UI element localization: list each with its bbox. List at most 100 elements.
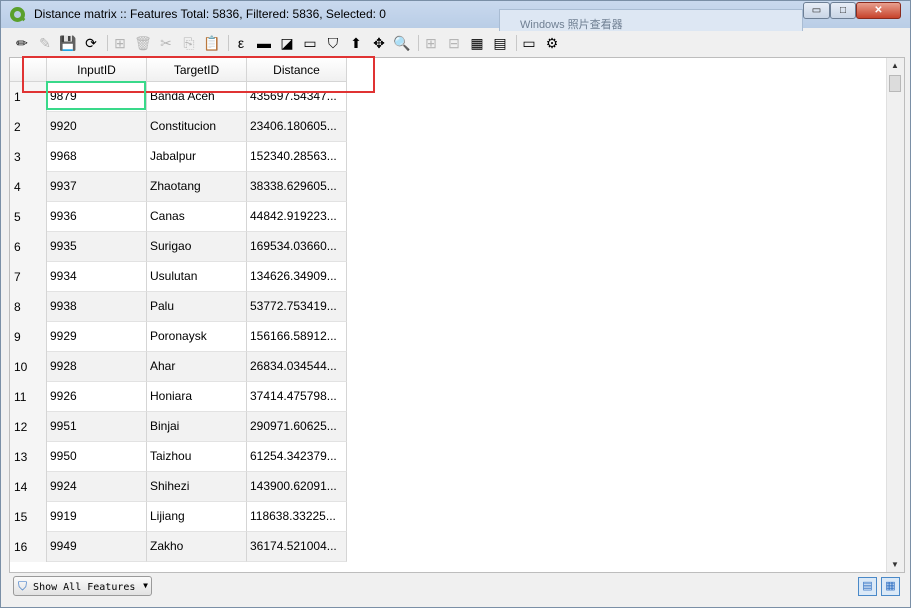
toggle-edit-icon[interactable]: ✏: [13, 34, 31, 52]
zoom-to-selection-icon[interactable]: 🔍: [393, 34, 411, 52]
table-row[interactable]: 16 9949 Zakho 36174.521004...: [10, 532, 350, 562]
table-row[interactable]: 7 9934 Usulutan 134626.34909...: [10, 262, 350, 292]
cell-targetid[interactable]: Shihezi: [147, 472, 247, 502]
cell-targetid[interactable]: Honiara: [147, 382, 247, 412]
cell-inputid[interactable]: 9934: [47, 262, 147, 292]
table-row[interactable]: 14 9924 Shihezi 143900.62091...: [10, 472, 350, 502]
select-expression-icon[interactable]: ε: [232, 34, 250, 52]
cell-targetid[interactable]: Binjai: [147, 412, 247, 442]
copy-icon[interactable]: ⎘: [180, 34, 198, 52]
row-number[interactable]: 9: [10, 322, 47, 352]
select-all-icon[interactable]: ▬: [255, 34, 273, 52]
table-row[interactable]: 3 9968 Jabalpur 152340.28563...: [10, 142, 350, 172]
cell-inputid[interactable]: 9936: [47, 202, 147, 232]
row-number[interactable]: 6: [10, 232, 47, 262]
form-view-button[interactable]: ▤: [858, 577, 877, 596]
cell-distance[interactable]: 61254.342379...: [247, 442, 347, 472]
close-button[interactable]: ✕: [856, 2, 901, 19]
cell-targetid[interactable]: Poronaysk: [147, 322, 247, 352]
table-row[interactable]: 10 9928 Ahar 26834.034544...: [10, 352, 350, 382]
scrollbar-thumb[interactable]: [889, 75, 901, 92]
table-row[interactable]: 13 9950 Taizhou 61254.342379...: [10, 442, 350, 472]
row-number[interactable]: 11: [10, 382, 47, 412]
cell-targetid[interactable]: Taizhou: [147, 442, 247, 472]
filter-icon[interactable]: ⛉: [324, 34, 342, 52]
cell-distance[interactable]: 143900.62091...: [247, 472, 347, 502]
dock-table-icon[interactable]: ▭: [520, 34, 538, 52]
cell-inputid[interactable]: 9919: [47, 502, 147, 532]
cell-distance[interactable]: 156166.58912...: [247, 322, 347, 352]
field-calculator-icon[interactable]: ▦: [468, 34, 486, 52]
row-number[interactable]: 15: [10, 502, 47, 532]
table-row[interactable]: 8 9938 Palu 53772.753419...: [10, 292, 350, 322]
table-row[interactable]: 11 9926 Honiara 37414.475798...: [10, 382, 350, 412]
cell-targetid[interactable]: Constitucion: [147, 112, 247, 142]
cell-distance[interactable]: 38338.629605...: [247, 172, 347, 202]
cell-inputid[interactable]: 9928: [47, 352, 147, 382]
table-row[interactable]: 2 9920 Constitucion 23406.180605...: [10, 112, 350, 142]
add-feature-icon[interactable]: ⊞: [111, 34, 129, 52]
row-number[interactable]: 2: [10, 112, 47, 142]
row-number[interactable]: 12: [10, 412, 47, 442]
paste-icon[interactable]: 📋: [203, 34, 221, 52]
cell-distance[interactable]: 169534.03660...: [247, 232, 347, 262]
cut-icon[interactable]: ✂: [157, 34, 175, 52]
conditional-formatting-icon[interactable]: ▤: [491, 34, 509, 52]
cell-distance[interactable]: 44842.919223...: [247, 202, 347, 232]
cell-targetid[interactable]: Usulutan: [147, 262, 247, 292]
row-number[interactable]: 4: [10, 172, 47, 202]
minimize-button[interactable]: ▭: [803, 2, 830, 19]
cell-distance[interactable]: 53772.753419...: [247, 292, 347, 322]
cell-inputid[interactable]: 9950: [47, 442, 147, 472]
table-view-button[interactable]: ▦: [881, 577, 900, 596]
table-row[interactable]: 9 9929 Poronaysk 156166.58912...: [10, 322, 350, 352]
cell-distance[interactable]: 36174.521004...: [247, 532, 347, 562]
cell-inputid[interactable]: 9949: [47, 532, 147, 562]
cell-inputid[interactable]: 9924: [47, 472, 147, 502]
show-all-features-button[interactable]: ⛉ Show All Features ▼: [13, 576, 152, 596]
cell-inputid[interactable]: 9951: [47, 412, 147, 442]
cell-distance[interactable]: 118638.33225...: [247, 502, 347, 532]
cell-inputid[interactable]: 9920: [47, 112, 147, 142]
deselect-all-icon[interactable]: ▭: [301, 34, 319, 52]
cell-targetid[interactable]: Jabalpur: [147, 142, 247, 172]
scroll-up-icon[interactable]: ▲: [891, 61, 899, 70]
save-edits-icon[interactable]: 💾: [59, 34, 77, 52]
cell-targetid[interactable]: Palu: [147, 292, 247, 322]
scroll-down-icon[interactable]: ▼: [891, 560, 899, 569]
multi-edit-icon[interactable]: ✎: [36, 34, 54, 52]
cell-inputid[interactable]: 9929: [47, 322, 147, 352]
row-number[interactable]: 8: [10, 292, 47, 322]
cell-distance[interactable]: 26834.034544...: [247, 352, 347, 382]
cell-inputid[interactable]: 9937: [47, 172, 147, 202]
cell-inputid[interactable]: 9938: [47, 292, 147, 322]
row-number[interactable]: 13: [10, 442, 47, 472]
cell-distance[interactable]: 37414.475798...: [247, 382, 347, 412]
cell-distance[interactable]: 290971.60625...: [247, 412, 347, 442]
row-number[interactable]: 16: [10, 532, 47, 562]
move-selection-top-icon[interactable]: ⬆: [347, 34, 365, 52]
cell-targetid[interactable]: Zhaotang: [147, 172, 247, 202]
vertical-scrollbar[interactable]: ▲ ▼: [886, 58, 904, 572]
cell-targetid[interactable]: Zakho: [147, 532, 247, 562]
cell-targetid[interactable]: Canas: [147, 202, 247, 232]
invert-selection-icon[interactable]: ◪: [278, 34, 296, 52]
pan-to-selection-icon[interactable]: ✥: [370, 34, 388, 52]
row-number[interactable]: 14: [10, 472, 47, 502]
row-number[interactable]: 10: [10, 352, 47, 382]
cell-inputid[interactable]: 9926: [47, 382, 147, 412]
row-number[interactable]: 5: [10, 202, 47, 232]
new-field-icon[interactable]: ⊞: [422, 34, 440, 52]
cell-distance[interactable]: 152340.28563...: [247, 142, 347, 172]
table-row[interactable]: 6 9935 Surigao 169534.03660...: [10, 232, 350, 262]
reload-icon[interactable]: ⟳: [82, 34, 100, 52]
cell-targetid[interactable]: Lijiang: [147, 502, 247, 532]
table-row[interactable]: 12 9951 Binjai 290971.60625...: [10, 412, 350, 442]
table-row[interactable]: 15 9919 Lijiang 118638.33225...: [10, 502, 350, 532]
cell-inputid[interactable]: 9935: [47, 232, 147, 262]
cell-distance[interactable]: 134626.34909...: [247, 262, 347, 292]
cell-targetid[interactable]: Ahar: [147, 352, 247, 382]
actions-icon[interactable]: ⚙: [543, 34, 561, 52]
delete-field-icon[interactable]: ⊟: [445, 34, 463, 52]
row-number[interactable]: 3: [10, 142, 47, 172]
